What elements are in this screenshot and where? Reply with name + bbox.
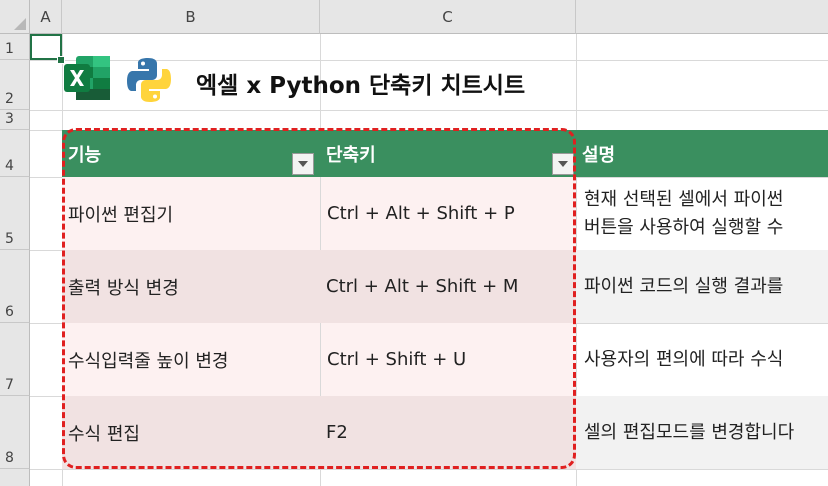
table-cell-shortcut[interactable]: Ctrl + Alt + Shift + P (320, 177, 576, 250)
description-line: 현재 선택된 셀에서 파이썬 (584, 188, 784, 210)
table-cell-feature[interactable]: 파이썬 편집기 (62, 177, 320, 250)
row-header-9[interactable] (0, 469, 30, 486)
table-header-feature: 기능 (62, 130, 320, 177)
select-all-corner[interactable] (0, 0, 30, 34)
chevron-down-icon (298, 161, 308, 167)
table-cell-feature[interactable]: 출력 방식 변경 (62, 250, 320, 323)
row-header-1[interactable]: 1 (0, 34, 30, 60)
table-header-shortcut: 단축키 (320, 130, 576, 177)
gridline (30, 469, 828, 470)
table-header-description: 설명 (576, 130, 828, 177)
description-line: 파이썬 코드의 실행 결과를 (584, 275, 784, 297)
row-header-7[interactable]: 7 (0, 323, 30, 396)
description-line: 버튼을 사용하여 실행할 수 (584, 216, 784, 238)
gridline (30, 110, 828, 111)
table-cell-description[interactable]: 셀의 편집모드를 변경합니다 (576, 396, 828, 469)
table-cell-shortcut[interactable]: Ctrl + Shift + U (320, 323, 576, 396)
row-header-6[interactable]: 6 (0, 250, 30, 323)
column-header-a[interactable]: A (30, 0, 62, 34)
table-cell-description[interactable]: 파이썬 코드의 실행 결과를 (576, 250, 828, 323)
header-label: 기능 (68, 144, 102, 166)
column-header-d[interactable] (576, 0, 828, 34)
row-header-4[interactable]: 4 (0, 130, 30, 177)
table-cell-shortcut[interactable]: F2 (320, 396, 576, 469)
description-line: 사용자의 편의에 따라 수식 (584, 348, 784, 370)
table-cell-description[interactable]: 현재 선택된 셀에서 파이썬 버튼을 사용하여 실행할 수 (576, 177, 828, 250)
description-line: 셀의 편집모드를 변경합니다 (584, 421, 795, 443)
row-header-3[interactable]: 3 (0, 110, 30, 130)
header-label: 단축키 (326, 144, 376, 166)
chevron-down-icon (558, 161, 568, 167)
header-label: 설명 (582, 144, 616, 166)
sheet-title: 엑셀 x Python 단축키 치트시트 (196, 73, 526, 99)
filter-dropdown-button[interactable] (292, 153, 314, 175)
row-header-8[interactable]: 8 (0, 396, 30, 469)
python-icon (127, 58, 171, 102)
column-header-b[interactable]: B (62, 0, 320, 34)
row-header-5[interactable]: 5 (0, 177, 30, 250)
table-cell-description[interactable]: 사용자의 편의에 따라 수식 (576, 323, 828, 396)
column-header-c[interactable]: C (320, 0, 576, 34)
excel-icon (64, 56, 110, 100)
table-cell-feature[interactable]: 수식입력줄 높이 변경 (62, 323, 320, 396)
table-cell-feature[interactable]: 수식 편집 (62, 396, 320, 469)
table-cell-shortcut[interactable]: Ctrl + Alt + Shift + M (320, 250, 576, 323)
row-header-2[interactable]: 2 (0, 60, 30, 110)
filter-dropdown-button[interactable] (552, 153, 574, 175)
